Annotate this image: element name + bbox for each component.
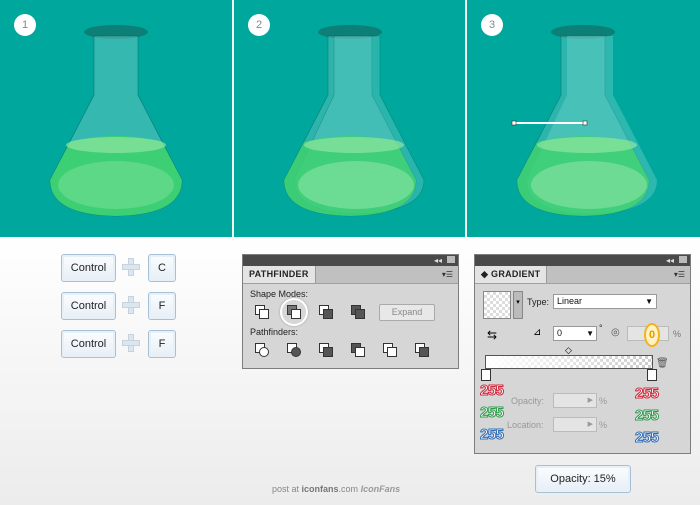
- aspect-ratio-value: 0: [644, 323, 660, 347]
- collapse-icon[interactable]: ◂◂: [666, 256, 674, 265]
- unite-button[interactable]: [255, 305, 269, 319]
- location-percent: %: [599, 420, 608, 430]
- trash-icon[interactable]: 🗑: [656, 358, 669, 369]
- close-panel-button[interactable]: [679, 256, 687, 263]
- opacity-input[interactable]: ▶: [553, 393, 597, 408]
- gradient-slider[interactable]: [485, 355, 653, 369]
- opacity-percent: %: [599, 396, 608, 406]
- minus-front-button[interactable]: [287, 305, 301, 319]
- control-key: Control: [61, 254, 116, 282]
- chevron-right-icon: ▶: [587, 421, 593, 428]
- tab-gradient[interactable]: ◆ GRADIENT: [475, 266, 548, 283]
- type-label: Type:: [527, 297, 550, 307]
- intersect-button[interactable]: [319, 305, 333, 319]
- tab-pathfinder[interactable]: PATHFINDER: [243, 266, 316, 283]
- minus-back-button[interactable]: [415, 343, 429, 357]
- crop-button[interactable]: [351, 343, 365, 357]
- location-label: Location:: [507, 420, 544, 430]
- exclude-button[interactable]: [351, 305, 365, 319]
- left-stop-blue-value: 255: [480, 426, 505, 444]
- plus-icon: [122, 296, 140, 314]
- trim-button[interactable]: [287, 343, 301, 357]
- degree-symbol: °: [599, 323, 603, 333]
- footer-prefix: post at: [272, 484, 302, 494]
- location-input[interactable]: ▶: [553, 417, 597, 432]
- opacity-label: Opacity:: [511, 396, 545, 406]
- footer-suffix: .com: [338, 484, 359, 494]
- flask-illustration: [283, 25, 425, 217]
- chevron-down-icon: ▼: [586, 329, 594, 338]
- footer-logo: IconFans: [360, 484, 401, 494]
- step-panel-1: 1: [0, 0, 232, 237]
- chevron-down-icon: ▼: [645, 297, 653, 306]
- footer-site: iconfans: [301, 484, 339, 494]
- type-select-value: Linear: [557, 296, 583, 306]
- divide-button[interactable]: [255, 343, 269, 357]
- aspect-ratio-icon: ◎: [611, 327, 620, 338]
- f-key: F: [148, 330, 176, 358]
- control-key: Control: [61, 330, 116, 358]
- flask-illustration: [49, 25, 183, 217]
- panel-menu-icon[interactable]: ▾☰: [674, 270, 685, 279]
- close-panel-button[interactable]: [447, 256, 455, 263]
- pathfinders-label: Pathfinders:: [250, 327, 299, 337]
- gradient-swatch[interactable]: [483, 291, 511, 319]
- left-stop-green-value: 255: [480, 404, 505, 422]
- merge-button[interactable]: [319, 343, 333, 357]
- right-color-stop[interactable]: [647, 369, 657, 381]
- step-panel-2: 2: [234, 0, 465, 237]
- f-key: F: [148, 292, 176, 320]
- angle-input[interactable]: 0 ▼: [553, 326, 597, 341]
- c-key: C: [148, 254, 176, 282]
- shape-modes-label: Shape Modes:: [250, 289, 309, 299]
- right-stop-green-value: 255: [635, 407, 660, 425]
- angle-icon: ⊿: [533, 327, 542, 338]
- left-stop-red-value: 255: [480, 382, 505, 400]
- left-color-stop[interactable]: [481, 369, 491, 381]
- control-key: Control: [61, 292, 116, 320]
- opacity-note: Opacity: 15%: [535, 465, 631, 493]
- panel-titlebar[interactable]: ◂◂: [243, 255, 458, 266]
- flask-illustration: [511, 25, 657, 217]
- tab-gradient-label: GRADIENT: [491, 269, 541, 279]
- footer-credit: post at iconfans.com IconFans: [272, 484, 400, 494]
- type-select[interactable]: Linear ▼: [553, 294, 657, 309]
- expand-button[interactable]: Expand: [379, 304, 435, 321]
- step-panel-3: 3: [467, 0, 700, 237]
- right-stop-red-value: 255: [635, 385, 660, 403]
- plus-icon: [122, 258, 140, 276]
- percent-sign: %: [673, 329, 682, 339]
- right-stop-blue-value: 255: [635, 429, 660, 447]
- pathfinder-panel: ◂◂ PATHFINDER ▾☰ Shape Modes: Expand Pat…: [242, 254, 459, 369]
- angle-value: 0: [557, 328, 563, 338]
- plus-icon: [122, 334, 140, 352]
- panel-titlebar[interactable]: ◂◂: [475, 255, 690, 266]
- gradient-swatch-dropdown-icon[interactable]: ▾: [513, 291, 523, 319]
- collapse-icon[interactable]: ◂◂: [434, 256, 442, 265]
- chevron-right-icon: ▶: [587, 397, 593, 404]
- gradient-panel: ◂◂ ◆ GRADIENT ▾☰ ▾ Type: Linear ▼ ⇆ ⊿ 0 ▼ …: [474, 254, 691, 454]
- reverse-gradient-icon[interactable]: ⇆: [487, 327, 503, 343]
- panel-menu-icon[interactable]: ▾☰: [442, 270, 453, 279]
- outline-button[interactable]: [383, 343, 397, 357]
